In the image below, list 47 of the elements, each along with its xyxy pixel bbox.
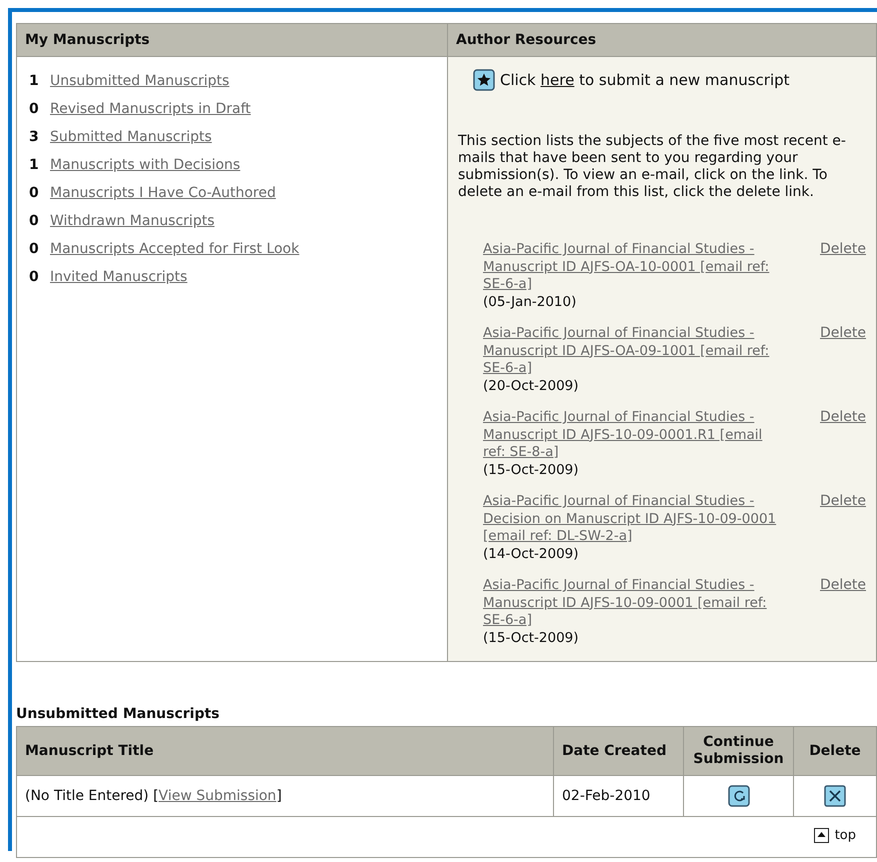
delete-link[interactable]: Delete bbox=[820, 493, 866, 563]
here-link[interactable]: here bbox=[540, 71, 574, 89]
email-date: (05-Jan-2010) bbox=[483, 294, 578, 311]
column-header: Continue Submission bbox=[684, 726, 794, 776]
submit-sentence: Click here to submit a new manuscript bbox=[500, 71, 790, 89]
manuscript-count: 0 bbox=[29, 185, 40, 201]
manuscript-count: 3 bbox=[29, 129, 40, 145]
manuscript-category-link[interactable]: Manuscripts with Decisions bbox=[50, 157, 240, 173]
delete-link[interactable]: Delete bbox=[820, 241, 866, 311]
delete-link[interactable]: Delete bbox=[820, 577, 866, 647]
table-cell: 02-Feb-2010 bbox=[554, 776, 684, 816]
manuscript-category-link[interactable]: Manuscripts I Have Co-Authored bbox=[50, 185, 276, 201]
top-link[interactable]: top bbox=[834, 828, 856, 842]
email-date: (15-Oct-2009) bbox=[483, 630, 580, 647]
manuscript-category-link[interactable]: Invited Manuscripts bbox=[50, 269, 188, 285]
manuscript-count: 0 bbox=[29, 269, 40, 285]
continue-icon[interactable] bbox=[728, 785, 750, 807]
manuscript-category-link[interactable]: Withdrawn Manuscripts bbox=[50, 213, 214, 229]
column-header: Manuscript Title bbox=[16, 726, 554, 776]
delete-link[interactable]: Delete bbox=[820, 325, 866, 395]
manuscript-category-link[interactable]: Revised Manuscripts in Draft bbox=[50, 101, 251, 117]
manuscript-count: 0 bbox=[29, 241, 40, 257]
manuscript-count: 0 bbox=[29, 213, 40, 229]
manuscript-count: 1 bbox=[29, 157, 40, 173]
email-subject-link[interactable]: Asia-Pacific Journal of Financial Studies - Manuscript ID AJFS-OA-09-1001 [email ref: SE-6-a] bbox=[483, 325, 788, 378]
column-header: Delete bbox=[794, 726, 876, 776]
manuscript-count: 1 bbox=[29, 73, 40, 89]
delete-link[interactable]: Delete bbox=[820, 409, 866, 479]
column-header: Date Created bbox=[554, 726, 684, 776]
panel-header: My Manuscripts bbox=[17, 24, 447, 57]
email-subject-link[interactable]: Asia-Pacific Journal of Financial Studies - Manuscript ID AJFS-10-09-0001 [email ref: SE-6-a] bbox=[483, 577, 788, 630]
email-subject-link[interactable]: Asia-Pacific Journal of Financial Studies - Manuscript ID AJFS-OA-10-0001 [email ref: SE-6-a] bbox=[483, 241, 788, 294]
view-submission-link[interactable]: View Submission bbox=[158, 788, 276, 804]
panel-header: Author Resources bbox=[448, 24, 876, 57]
section-title: Unsubmitted Manuscripts bbox=[16, 705, 221, 724]
manuscript-category-link[interactable]: Submitted Manuscripts bbox=[50, 129, 212, 145]
manuscript-category-link[interactable]: Manuscripts Accepted for First Look bbox=[50, 241, 300, 257]
email-subject-link[interactable]: Asia-Pacific Journal of Financial Studies - Manuscript ID AJFS-10-09-0001.R1 [email ref: SE-8-a] bbox=[483, 409, 788, 462]
description-text: This section lists the subjects of the five most recent e-mails that have been sent to you regarding your submission(s). To view an e-mail, click on the link. To delete an e-mail from this list, click the delete link. bbox=[458, 133, 847, 201]
table-cell: (No Title Entered) [View Submission] bbox=[16, 776, 554, 816]
close-icon[interactable] bbox=[824, 785, 846, 807]
email-date: (15-Oct-2009) bbox=[483, 462, 580, 479]
email-subject-link[interactable]: Asia-Pacific Journal of Financial Studies - Decision on Manuscript ID AJFS-10-09-0001 [email ref: DL-SW-2-a] bbox=[483, 493, 788, 546]
email-date: (20-Oct-2009) bbox=[483, 378, 580, 395]
manuscript-count: 0 bbox=[29, 101, 40, 117]
manuscript-category-link[interactable]: Unsubmitted Manuscripts bbox=[50, 73, 230, 89]
email-date: (14-Oct-2009) bbox=[483, 546, 580, 563]
